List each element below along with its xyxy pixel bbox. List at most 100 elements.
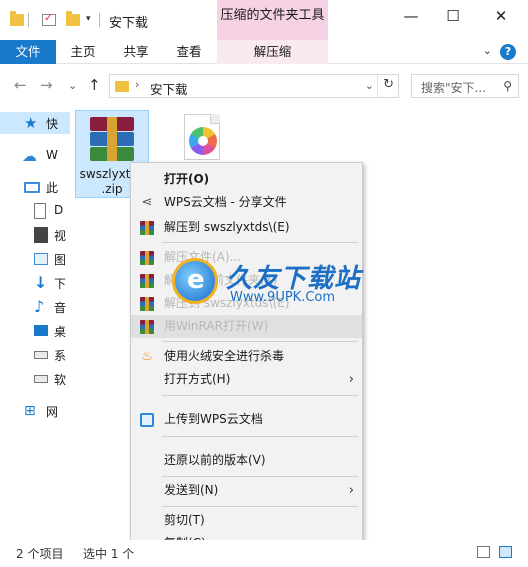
status-bar: 2 个项目 选中 1 个	[0, 540, 528, 567]
menu-item-send-to[interactable]: 发送到(N) ›	[131, 479, 362, 502]
nav-item-label: 网	[46, 405, 59, 419]
forward-icon[interactable]: →	[40, 76, 53, 94]
recent-locations-icon[interactable]: ⌄	[68, 79, 77, 92]
winrar-icon	[140, 251, 154, 265]
maximize-button[interactable]: ☐	[430, 0, 476, 32]
search-input[interactable]: 搜索"安下... ⚲	[411, 74, 519, 98]
nav-item-label: 音	[54, 301, 67, 315]
star-icon: ★	[24, 114, 38, 132]
winrar-icon	[140, 297, 154, 311]
nav-item-desktop[interactable]: 桌	[0, 320, 70, 342]
watermark: 久友下载站 Www.9UPK.Com	[168, 254, 360, 314]
music-icon: ♪	[34, 297, 45, 316]
wps-cloud-icon	[140, 413, 154, 427]
nav-item-pictures[interactable]: 图	[0, 248, 70, 270]
zip-archive-icon	[90, 117, 134, 161]
title-bar: ▾ 安下载 压缩的文件夹工具 — ☐ ✕	[0, 0, 528, 40]
installer-icon	[184, 114, 220, 160]
nav-item-label: 系	[54, 349, 67, 363]
expand-ribbon-icon[interactable]: ⌄	[483, 44, 492, 57]
nav-item-this-pc[interactable]: 此	[0, 176, 70, 198]
menu-item-label: 上传到WPS云文档	[164, 412, 263, 426]
watermark-logo-icon	[172, 258, 218, 304]
chevron-right-icon[interactable]: ›	[135, 78, 139, 91]
selection-count: 选中 1 个	[83, 547, 135, 561]
menu-item-cut[interactable]: 剪切(T)	[131, 509, 362, 532]
menu-separator	[162, 242, 358, 243]
share-icon: ⋖	[141, 195, 153, 210]
nav-item-label: 此	[46, 181, 59, 195]
breadcrumb[interactable]: 安下载	[150, 79, 188, 98]
help-icon[interactable]: ?	[500, 44, 516, 60]
folder-icon[interactable]	[10, 11, 24, 26]
menu-item-wps-share[interactable]: ⋖ WPS云文档 - 分享文件	[131, 191, 362, 214]
menu-item-open-with-winrar[interactable]: 用WinRAR打开(W)	[131, 315, 362, 338]
large-icons-view-icon[interactable]	[499, 546, 512, 558]
menu-separator	[162, 506, 358, 507]
tab-view[interactable]: 查看	[169, 40, 209, 64]
divider	[377, 75, 378, 97]
refresh-icon[interactable]: ↻	[383, 77, 394, 92]
details-view-icon[interactable]	[477, 546, 490, 558]
picture-icon	[34, 253, 48, 265]
nav-item-label: 软	[54, 373, 67, 387]
tab-file[interactable]: 文件	[0, 40, 56, 64]
close-button[interactable]: ✕	[478, 0, 524, 32]
tab-extract[interactable]: 解压缩	[217, 40, 328, 64]
nav-item-label: W	[46, 148, 58, 162]
nav-item-network[interactable]: ⊞ 网	[0, 400, 70, 422]
folder-icon	[115, 81, 129, 92]
nav-item-downloads[interactable]: ↓ 下	[0, 272, 70, 294]
nav-item-documents[interactable]: D	[0, 200, 70, 222]
menu-item-extract-to-folder[interactable]: 解压到 swszlyxtds\(E)	[131, 216, 362, 239]
back-icon[interactable]: ←	[14, 76, 27, 94]
desktop-icon	[34, 325, 48, 336]
menu-item-open-with[interactable]: 打开方式(H) ›	[131, 368, 362, 391]
menu-item-label: 解压到 swszlyxtds\(E)	[164, 220, 290, 234]
tab-share[interactable]: 共享	[116, 40, 156, 64]
compressed-folder-tools-header: 压缩的文件夹工具	[217, 0, 328, 40]
menu-item-restore-versions[interactable]: 还原以前的版本(V)	[131, 449, 362, 472]
context-menu: 打开(O) ⋖ WPS云文档 - 分享文件 解压到 swszlyxtds\(E)…	[130, 162, 363, 567]
menu-item-open[interactable]: 打开(O)	[131, 168, 362, 191]
item-count: 2 个项目	[16, 547, 64, 561]
menu-separator	[162, 476, 358, 477]
menu-item-label: WPS云文档 - 分享文件	[164, 195, 287, 209]
nav-item-wps-cloud[interactable]: ☁ W	[0, 145, 70, 167]
nav-item-system-drive[interactable]: 系	[0, 344, 70, 366]
winrar-icon	[140, 221, 154, 235]
menu-separator	[162, 341, 358, 342]
nav-item-label: 视	[54, 229, 67, 243]
download-icon: ↓	[34, 273, 48, 292]
address-field[interactable]: › 安下载 ⌄ ↻	[109, 74, 399, 98]
chevron-down-icon[interactable]: ⌄	[365, 79, 374, 92]
nav-item-music[interactable]: ♪ 音	[0, 296, 70, 318]
up-icon[interactable]: ↑	[88, 76, 101, 94]
divider	[99, 13, 100, 27]
minimize-button[interactable]: —	[388, 0, 434, 32]
menu-item-label: 还原以前的版本(V)	[164, 453, 266, 467]
computer-icon	[24, 182, 40, 193]
nav-item-label: 下	[54, 277, 67, 291]
video-icon	[34, 227, 48, 243]
quick-access-dropdown-icon[interactable]: ▾	[86, 14, 91, 24]
nav-item-software-drive[interactable]: 软	[0, 368, 70, 390]
new-folder-icon[interactable]	[66, 11, 80, 26]
watermark-url: Www.9UPK.Com	[230, 290, 336, 305]
menu-item-label: 使用火绒安全进行杀毒	[164, 349, 285, 363]
menu-item-upload-wps[interactable]: 上传到WPS云文档	[131, 408, 362, 431]
properties-icon[interactable]	[42, 11, 56, 26]
nav-item-label: 快	[46, 117, 59, 131]
navigation-pane: ★ 快 ☁ W 此 D 视 图 ↓ 下 ♪ 音 桌 系 软 ⊞ 网	[0, 108, 70, 540]
divider	[28, 13, 29, 27]
menu-separator	[162, 436, 358, 437]
menu-item-huorong-scan[interactable]: ♨ 使用火绒安全进行杀毒	[131, 345, 362, 368]
drive-icon	[34, 351, 48, 359]
drive-icon	[34, 375, 48, 383]
menu-item-label: 打开(O)	[164, 172, 210, 186]
tab-home[interactable]: 主页	[63, 40, 103, 64]
nav-item-quick-access[interactable]: ★ 快	[0, 112, 70, 134]
nav-item-videos[interactable]: 视	[0, 224, 70, 246]
menu-separator	[162, 395, 358, 396]
document-icon	[34, 203, 46, 219]
